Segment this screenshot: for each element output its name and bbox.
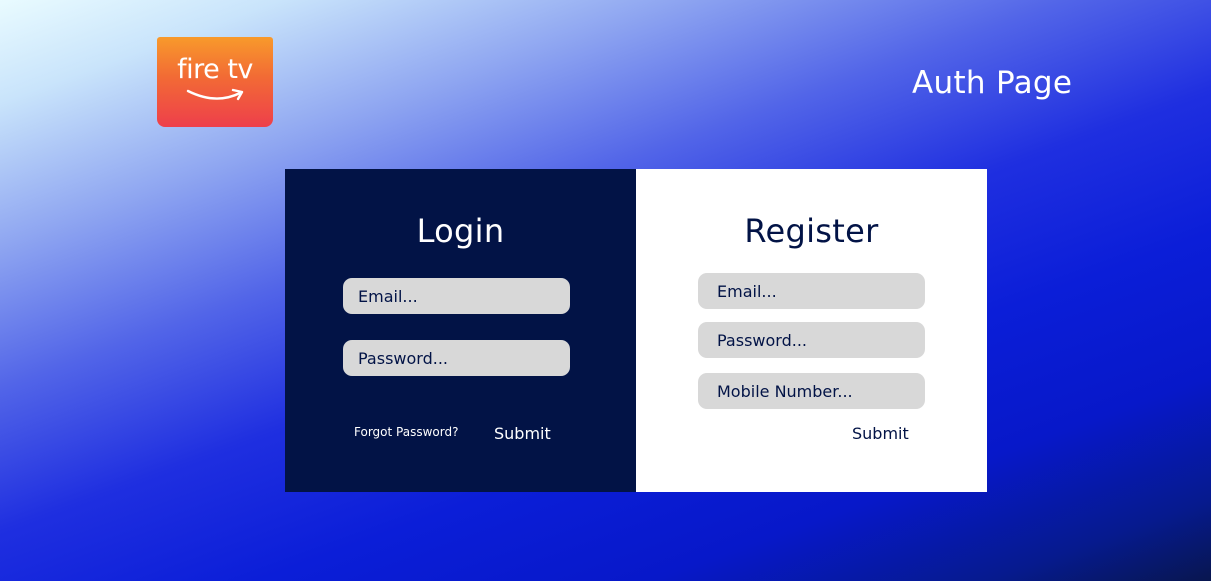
register-panel: Register Submit <box>636 169 987 492</box>
register-password-input[interactable] <box>698 322 925 358</box>
login-submit-button[interactable]: Submit <box>494 424 551 443</box>
logo-text: fire tv <box>177 54 253 85</box>
login-title: Login <box>416 212 505 250</box>
register-email-input[interactable] <box>698 273 925 309</box>
register-mobile-input[interactable] <box>698 373 925 409</box>
register-title: Register <box>744 212 879 250</box>
forgot-password-link[interactable]: Forgot Password? <box>354 425 458 439</box>
login-panel: Login Forgot Password? Submit <box>285 169 636 492</box>
login-password-input[interactable] <box>343 340 570 376</box>
login-email-input[interactable] <box>343 278 570 314</box>
page-title: Auth Page <box>912 65 1073 101</box>
register-submit-button[interactable]: Submit <box>852 424 909 443</box>
fire-tv-logo: fire tv <box>157 37 273 127</box>
amazon-smile-icon <box>186 88 244 101</box>
